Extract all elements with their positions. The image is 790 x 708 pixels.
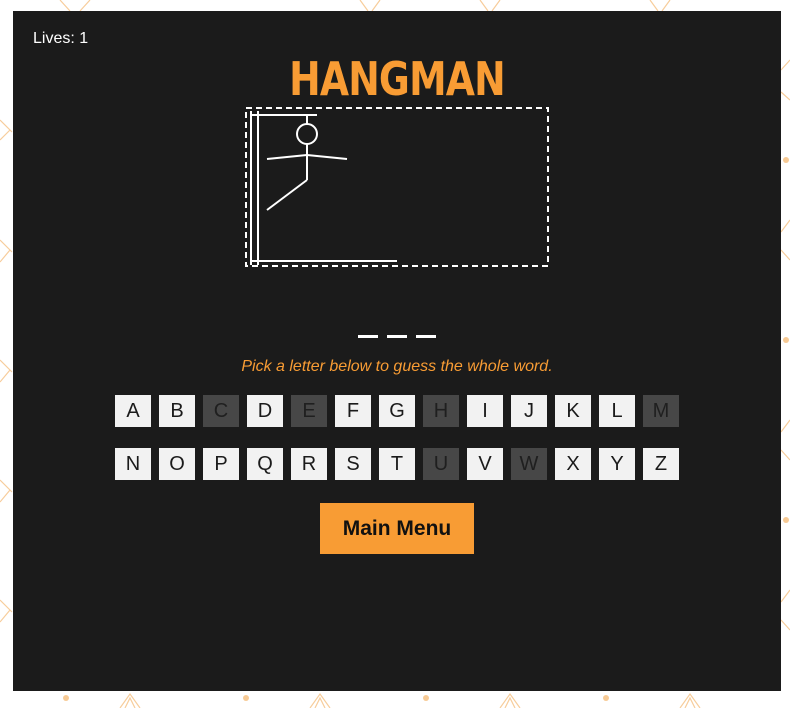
drawing-frame: [245, 107, 549, 267]
letter-key-v[interactable]: V: [467, 448, 503, 480]
word-slot: [387, 311, 407, 338]
letter-key-e: E: [291, 395, 327, 427]
word-blanks: [13, 311, 781, 338]
hangman-head: [296, 123, 318, 145]
letter-key-b[interactable]: B: [159, 395, 195, 427]
letter-key-i[interactable]: I: [467, 395, 503, 427]
hangman-left-leg: [266, 179, 308, 211]
hangman-drawing: [245, 107, 549, 267]
letter-key-w: W: [511, 448, 547, 480]
letter-key-t[interactable]: T: [379, 448, 415, 480]
letter-key-c: C: [203, 395, 239, 427]
letter-key-h: H: [423, 395, 459, 427]
game-title: HANGMAN: [289, 52, 506, 106]
main-menu-button[interactable]: Main Menu: [320, 503, 474, 554]
letter-key-x[interactable]: X: [555, 448, 591, 480]
letter-key-k[interactable]: K: [555, 395, 591, 427]
keyboard-row-2: NOPQRSTUVWXYZ: [13, 448, 781, 480]
letter-key-m: M: [643, 395, 679, 427]
lives-counter: Lives: 1: [33, 30, 89, 47]
letter-key-n[interactable]: N: [115, 448, 151, 480]
letter-key-g[interactable]: G: [379, 395, 415, 427]
letter-key-u: U: [423, 448, 459, 480]
game-panel: Lives: 1 HANGMAN Pick a letter below to …: [13, 11, 781, 691]
word-slot: [416, 311, 436, 338]
hangman-right-arm: [306, 154, 348, 160]
letter-key-j[interactable]: J: [511, 395, 547, 427]
letter-key-s[interactable]: S: [335, 448, 371, 480]
letter-key-y[interactable]: Y: [599, 448, 635, 480]
letter-key-q[interactable]: Q: [247, 448, 283, 480]
letter-key-l[interactable]: L: [599, 395, 635, 427]
letter-key-a[interactable]: A: [115, 395, 151, 427]
instructions-text: Pick a letter below to guess the whole w…: [241, 358, 553, 375]
letter-key-f[interactable]: F: [335, 395, 371, 427]
letter-key-p[interactable]: P: [203, 448, 239, 480]
hangman-left-arm: [266, 154, 308, 160]
letter-key-r[interactable]: R: [291, 448, 327, 480]
keyboard-row-1: ABCDEFGHIJKLM: [13, 395, 781, 427]
letter-key-o[interactable]: O: [159, 448, 195, 480]
letter-key-d[interactable]: D: [247, 395, 283, 427]
letter-key-z[interactable]: Z: [643, 448, 679, 480]
word-slot: [358, 311, 378, 338]
